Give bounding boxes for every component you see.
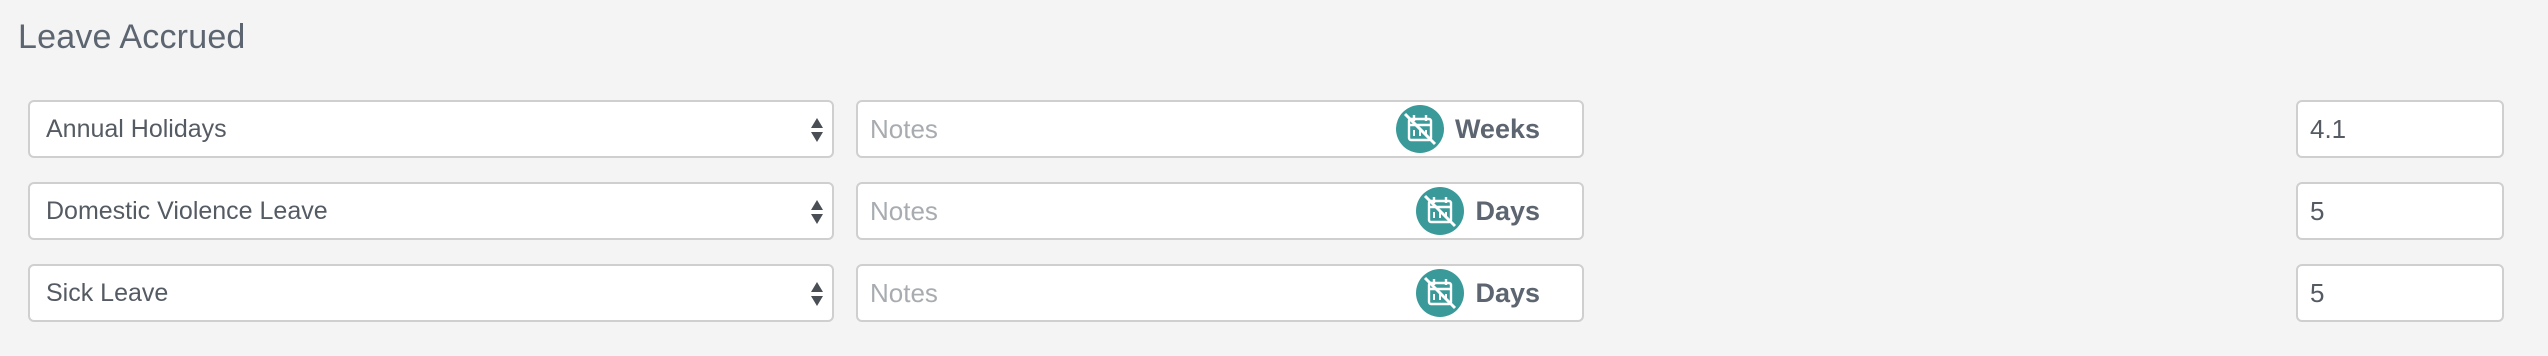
unit-label: Weeks — [1454, 113, 1540, 144]
no-calendar-icon[interactable] — [1395, 104, 1445, 154]
leave-row: Annual Holidays Weeks — [0, 100, 2548, 160]
leave-type-select[interactable]: Annual Holidays — [28, 100, 834, 158]
no-calendar-icon[interactable] — [1415, 268, 1465, 318]
leave-row: Domestic Violence Leave Days — [0, 182, 2548, 242]
select-arrows-icon — [811, 282, 823, 306]
amount-input[interactable] — [2296, 264, 2504, 322]
leave-type-value: Domestic Violence Leave — [46, 197, 328, 225]
unit-label: Days — [1475, 195, 1540, 226]
section-title: Leave Accrued — [18, 18, 246, 56]
amount-input[interactable] — [2296, 100, 2504, 158]
leave-type-value: Annual Holidays — [46, 115, 227, 143]
unit-group: Days — [1415, 264, 1540, 322]
unit-group: Weeks — [1395, 100, 1540, 158]
select-arrows-icon — [811, 118, 823, 142]
select-arrows-icon — [811, 200, 823, 224]
leave-type-value: Sick Leave — [46, 279, 169, 307]
no-calendar-icon[interactable] — [1415, 186, 1465, 236]
unit-group: Days — [1415, 182, 1540, 240]
unit-label: Days — [1475, 277, 1540, 308]
amount-input[interactable] — [2296, 182, 2504, 240]
leave-type-select[interactable]: Domestic Violence Leave — [28, 182, 834, 240]
leave-type-select[interactable]: Sick Leave — [28, 264, 834, 322]
leave-row: Sick Leave Days — [0, 264, 2548, 324]
